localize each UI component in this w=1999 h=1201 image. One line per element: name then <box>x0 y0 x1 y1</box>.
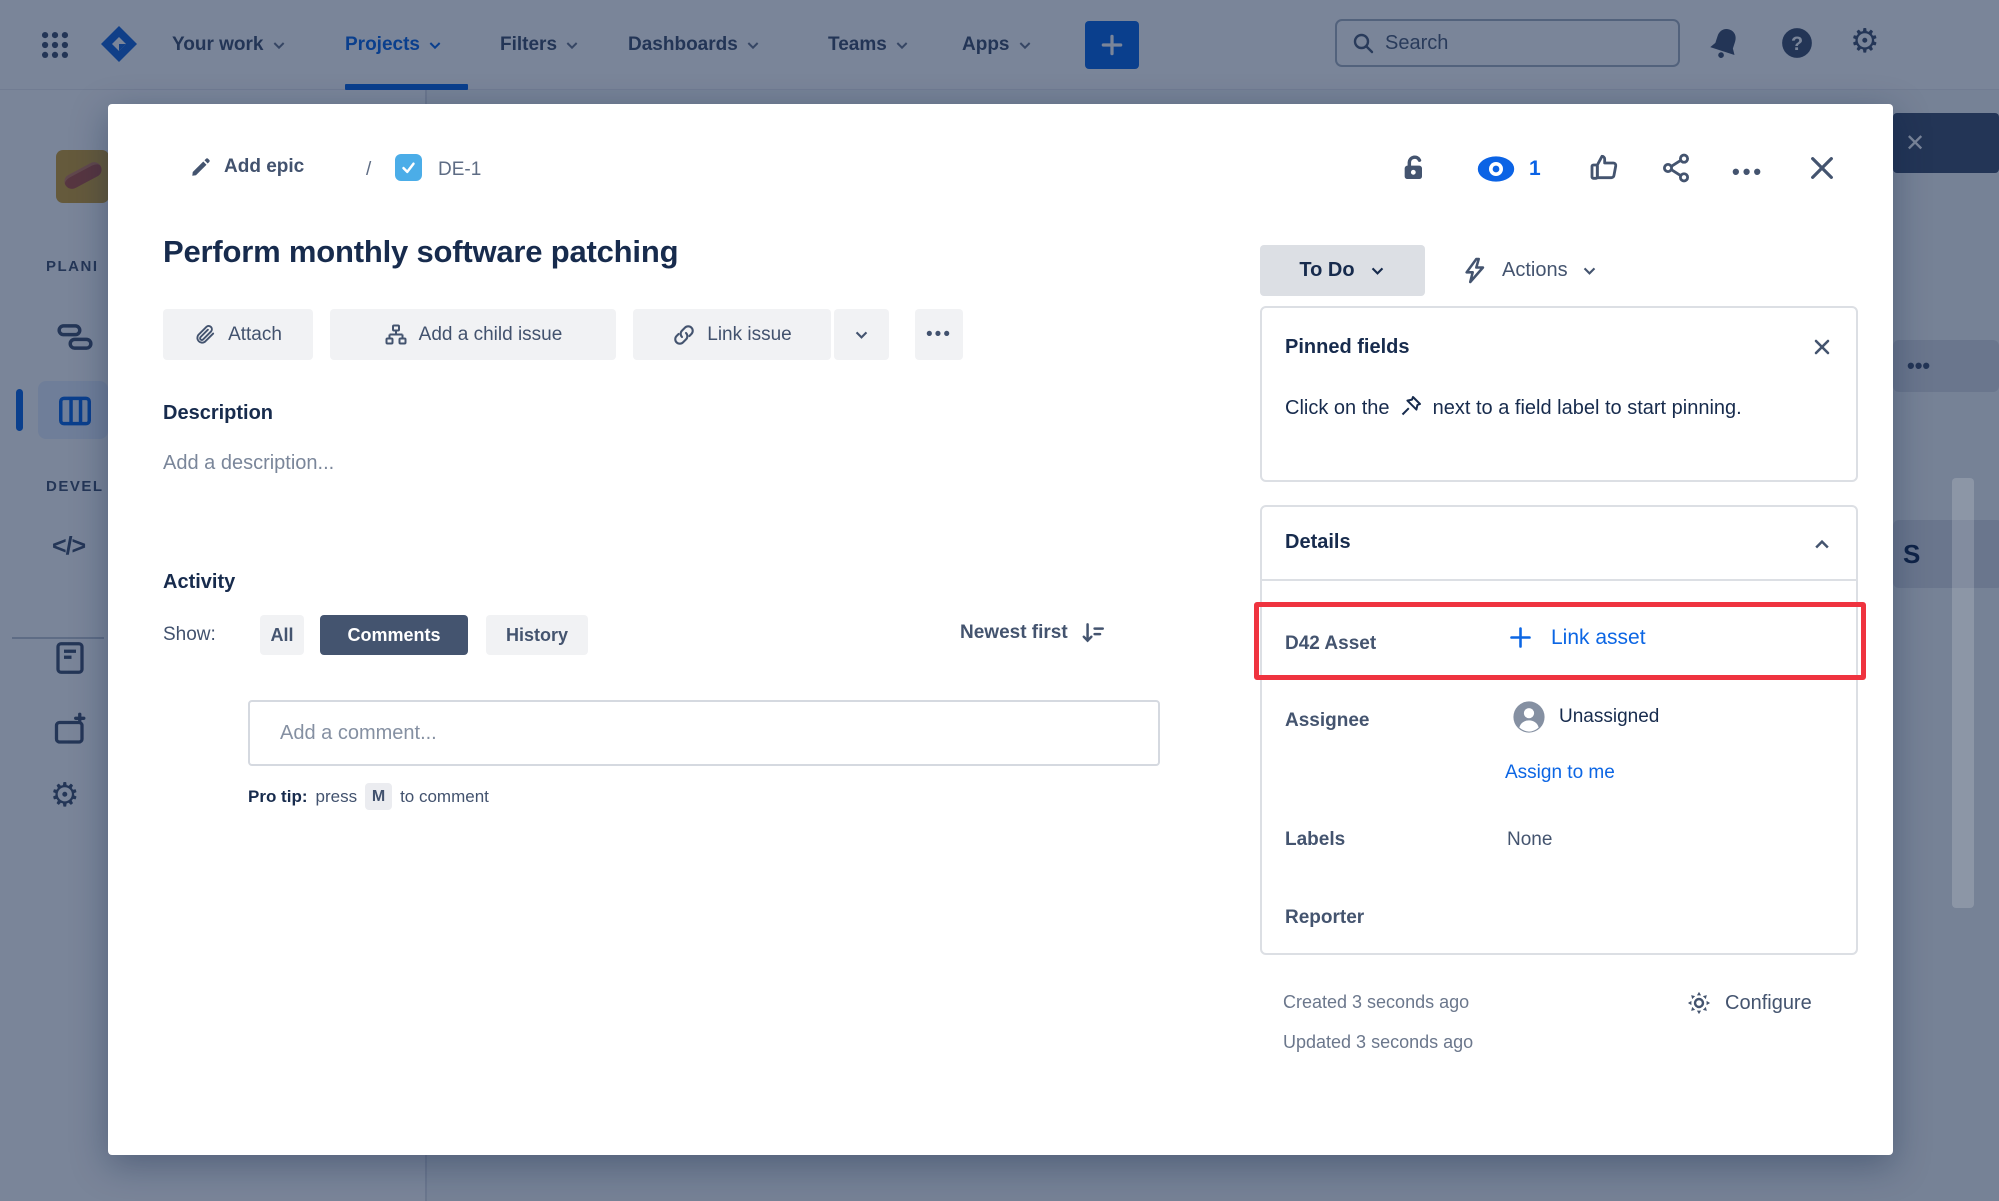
watchers-button[interactable]: 1 <box>1476 155 1541 183</box>
pinned-fields-body: Click on the next to a field label to st… <box>1285 390 1837 426</box>
pinned-body-before: Click on the <box>1285 397 1390 419</box>
lightning-icon <box>1460 256 1489 285</box>
d42-highlight-annotation <box>1254 602 1866 680</box>
issue-title[interactable]: Perform monthly software patching <box>163 234 1213 270</box>
keyboard-shortcut-m: M <box>365 783 392 810</box>
issue-key[interactable]: DE-1 <box>438 159 481 181</box>
link-icon <box>672 323 696 347</box>
details-panel: Details D42 Asset Link asset Assignee Un… <box>1260 505 1858 955</box>
pinned-body-after: next to a field label to start pinning. <box>1433 397 1742 419</box>
add-child-issue-label: Add a child issue <box>419 324 563 346</box>
protip-press: press <box>316 787 358 807</box>
jira-issue-page: Your work Projects Filters Dashboards Te… <box>0 0 1999 1201</box>
status-dropdown[interactable]: To Do <box>1260 245 1425 296</box>
configure-button[interactable]: Configure <box>1685 989 1812 1017</box>
avatar-icon <box>1512 700 1546 734</box>
more-actions-icon[interactable]: ••• <box>1732 159 1764 185</box>
unlock-icon[interactable] <box>1398 151 1430 183</box>
created-timestamp: Created 3 seconds ago <box>1283 992 1469 1013</box>
share-icon[interactable] <box>1660 152 1692 184</box>
watch-count: 1 <box>1529 157 1541 181</box>
details-title: Details <box>1285 531 1351 554</box>
actions-dropdown[interactable]: Actions <box>1460 245 1598 296</box>
filter-all-label: All <box>270 625 293 646</box>
updated-timestamp: Updated 3 seconds ago <box>1283 1032 1473 1053</box>
check-icon <box>401 160 416 175</box>
link-issue-button[interactable]: Link issue <box>633 309 831 360</box>
chevron-down-icon <box>1581 262 1598 279</box>
link-issue-dropdown[interactable] <box>834 309 889 360</box>
comment-field[interactable] <box>248 700 1160 766</box>
details-header[interactable]: Details <box>1262 507 1856 581</box>
task-type-icon[interactable] <box>395 154 422 181</box>
breadcrumb-separator: / <box>366 159 371 181</box>
show-label: Show: <box>163 624 216 646</box>
labels-value[interactable]: None <box>1507 829 1552 851</box>
chevron-down-icon <box>1369 262 1386 279</box>
pinned-fields-panel: Pinned fields Click on the next to a fie… <box>1260 306 1858 482</box>
actions-label: Actions <box>1502 259 1568 282</box>
toolbar-more-button[interactable]: ••• <box>915 309 963 360</box>
paperclip-icon <box>194 323 217 346</box>
board-column-strip <box>1952 478 1974 908</box>
like-icon[interactable] <box>1588 151 1620 183</box>
add-epic-label: Add epic <box>224 156 304 178</box>
gear-icon <box>1685 989 1713 1017</box>
eye-icon <box>1476 155 1516 183</box>
assignee-name: Unassigned <box>1559 706 1659 728</box>
description-heading: Description <box>163 402 273 425</box>
sort-order-button[interactable]: Newest first <box>960 620 1106 646</box>
filter-comments-label: Comments <box>347 625 440 646</box>
filter-comments-button[interactable]: Comments <box>320 615 468 655</box>
labels-label: Labels <box>1285 829 1345 851</box>
assignee-label: Assignee <box>1285 710 1369 732</box>
pinned-fields-close-icon[interactable] <box>1810 335 1834 359</box>
protip-bold: Pro tip: <box>248 787 308 807</box>
filter-history-label: History <box>506 625 568 646</box>
attach-button[interactable]: Attach <box>163 309 313 360</box>
pinned-fields-title: Pinned fields <box>1285 336 1409 359</box>
chevron-down-icon <box>853 326 870 343</box>
issue-modal: Add epic / DE-1 1 <box>108 104 1893 1155</box>
pin-icon <box>1399 394 1423 418</box>
pencil-icon <box>190 156 212 178</box>
add-child-issue-button[interactable]: Add a child issue <box>330 309 616 360</box>
comment-input[interactable] <box>280 722 1128 745</box>
link-issue-label: Link issue <box>707 324 792 346</box>
protip: Pro tip: press M to comment <box>248 783 489 810</box>
close-modal-icon[interactable] <box>1806 152 1838 184</box>
configure-label: Configure <box>1725 992 1812 1015</box>
child-issues-icon <box>384 323 408 347</box>
chevron-up-icon <box>1812 535 1832 555</box>
reporter-label: Reporter <box>1285 907 1364 929</box>
filter-history-button[interactable]: History <box>486 615 588 655</box>
sort-descending-icon <box>1080 620 1106 646</box>
activity-heading: Activity <box>163 571 235 594</box>
add-epic-button[interactable]: Add epic <box>190 156 304 178</box>
sort-label: Newest first <box>960 622 1068 644</box>
status-label: To Do <box>1299 259 1354 282</box>
filter-all-button[interactable]: All <box>260 615 304 655</box>
description-placeholder[interactable]: Add a description... <box>163 452 334 475</box>
protip-end: to comment <box>400 787 489 807</box>
assign-to-me-link[interactable]: Assign to me <box>1505 762 1615 784</box>
attach-label: Attach <box>228 324 282 346</box>
assignee-value[interactable]: Unassigned <box>1512 700 1659 734</box>
